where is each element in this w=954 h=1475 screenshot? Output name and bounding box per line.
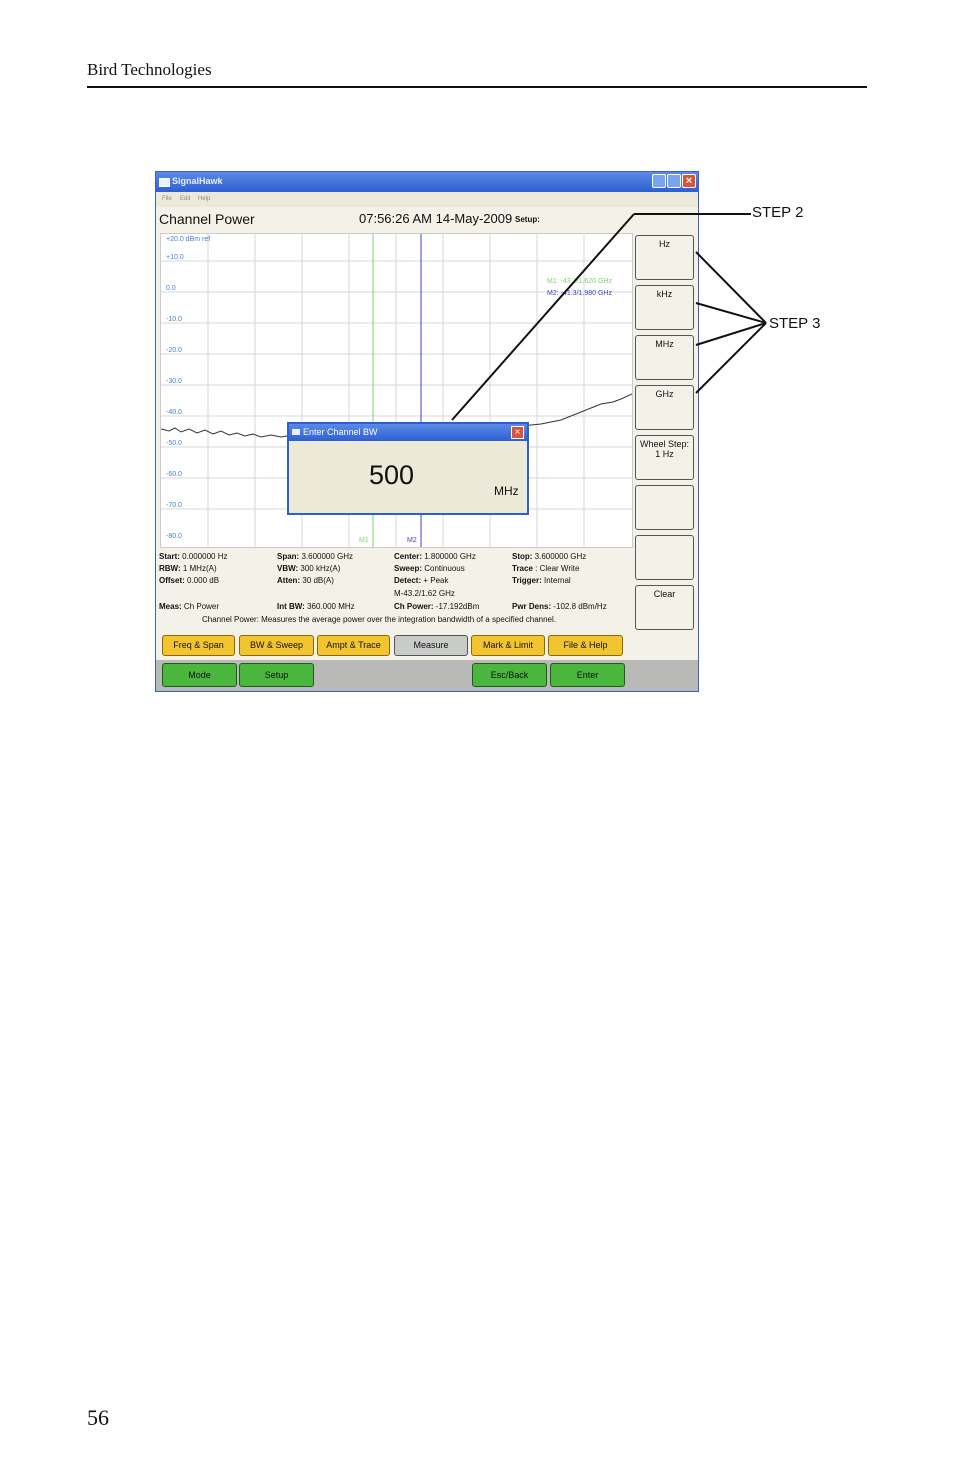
page-number: 56 — [87, 1405, 109, 1430]
callout-lines — [451, 213, 767, 421]
step2-callout: STEP 2 — [752, 204, 804, 221]
step3-callout: STEP 3 — [769, 315, 821, 332]
